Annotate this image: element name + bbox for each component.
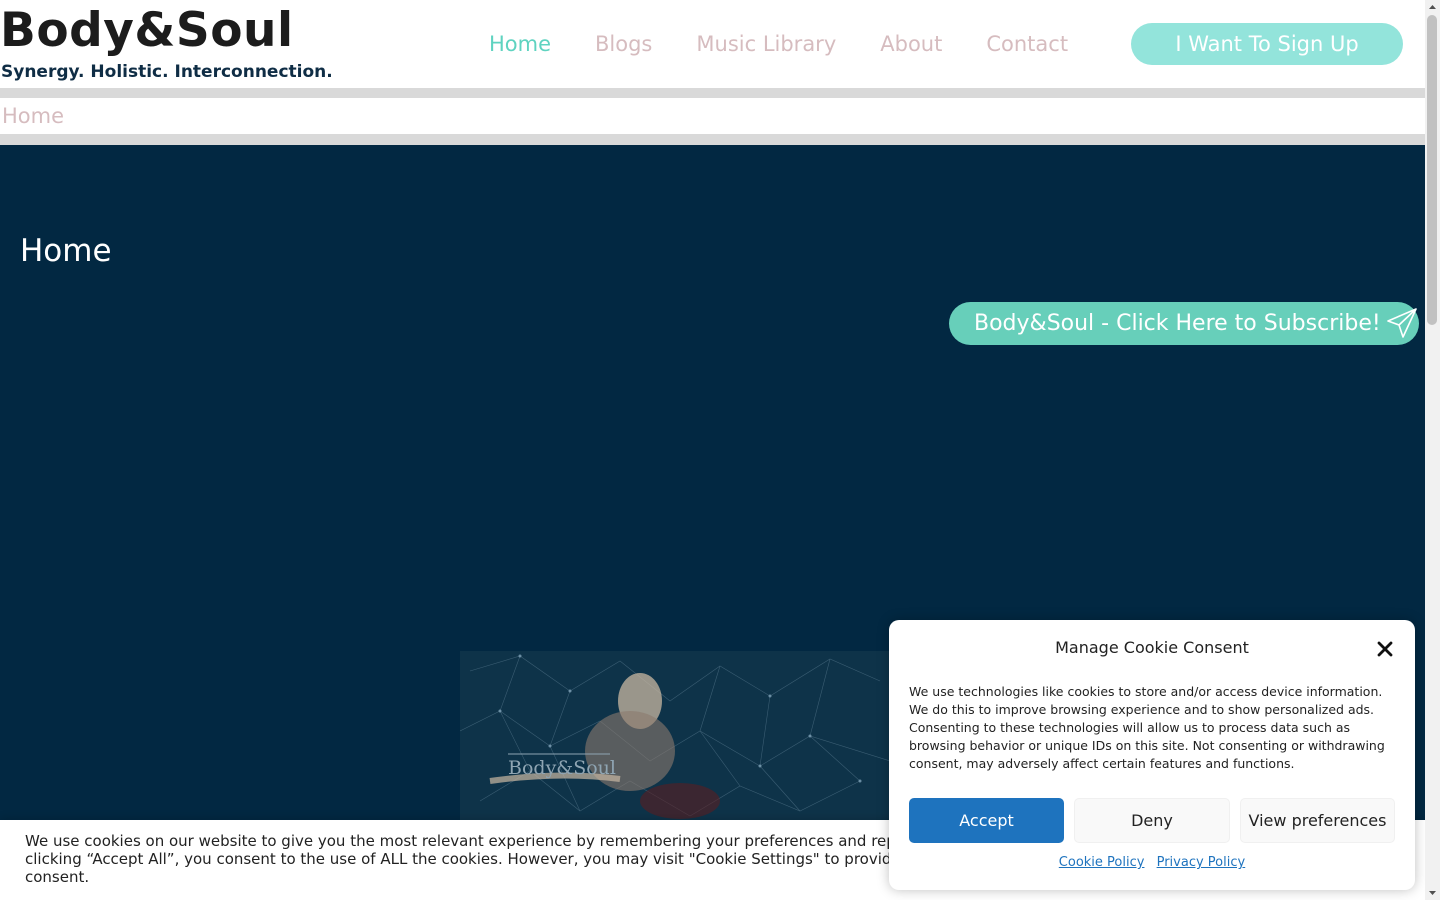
dancers-figure — [489, 673, 720, 819]
hero-image-logo: Body&Soul — [508, 757, 616, 779]
subscribe-button[interactable]: Body&Soul - Click Here to Subscribe! — [949, 302, 1419, 345]
cookie-banner-line: consent. — [25, 868, 90, 886]
modal-title: Manage Cookie Consent — [1055, 638, 1249, 657]
cookie-banner-text: We use cookies on our website to give yo… — [25, 832, 895, 886]
breadcrumb — [0, 98, 1425, 134]
modal-body-text: We use technologies like cookies to stor… — [909, 684, 1385, 771]
nav-item-contact[interactable]: Contact — [986, 30, 1068, 58]
nav-item-about[interactable]: About — [880, 30, 942, 58]
page-scrollbar[interactable] — [1425, 0, 1440, 900]
site-tagline: Synergy. Holistic. Interconnection. — [1, 62, 333, 82]
site-header: Body&Soul Synergy. Holistic. Interconnec… — [0, 0, 1425, 88]
cookie-banner-line: clicking “Accept All”, you consent to th… — [25, 850, 895, 868]
cookie-policy-link[interactable]: Cookie Policy — [1059, 855, 1145, 870]
close-icon[interactable] — [1375, 639, 1395, 659]
network-pattern — [460, 654, 890, 819]
scroll-down-icon[interactable] — [1425, 885, 1440, 900]
cookie-consent-modal: Manage Cookie Consent We use technologie… — [889, 620, 1415, 890]
modal-policy-links: Cookie Policy Privacy Policy — [889, 855, 1415, 870]
main-nav: Home Blogs Music Library About Contact — [489, 30, 1112, 58]
scroll-up-icon[interactable] — [1425, 0, 1440, 15]
privacy-policy-link[interactable]: Privacy Policy — [1157, 855, 1246, 870]
nav-item-home[interactable]: Home — [489, 30, 551, 58]
breadcrumb-divider-bottom — [0, 134, 1425, 145]
subscribe-button-label: Body&Soul - Click Here to Subscribe! — [974, 311, 1381, 336]
scroll-thumb[interactable] — [1427, 15, 1437, 325]
page-title: Home — [20, 233, 112, 269]
hero-image: Body&Soul — [460, 651, 890, 821]
deny-button[interactable]: Deny — [1074, 798, 1230, 843]
cookie-banner-line: We use cookies on our website to give yo… — [25, 832, 895, 850]
accept-button[interactable]: Accept — [909, 798, 1064, 843]
nav-item-music-library[interactable]: Music Library — [696, 30, 836, 58]
nav-item-blogs[interactable]: Blogs — [595, 30, 652, 58]
view-preferences-button[interactable]: View preferences — [1240, 798, 1395, 843]
send-icon — [1387, 308, 1417, 338]
signup-button[interactable]: I Want To Sign Up — [1131, 23, 1403, 65]
site-title[interactable]: Body&Soul — [0, 3, 294, 59]
breadcrumb-divider-top — [0, 88, 1425, 98]
breadcrumb-current: Home — [2, 104, 65, 128]
